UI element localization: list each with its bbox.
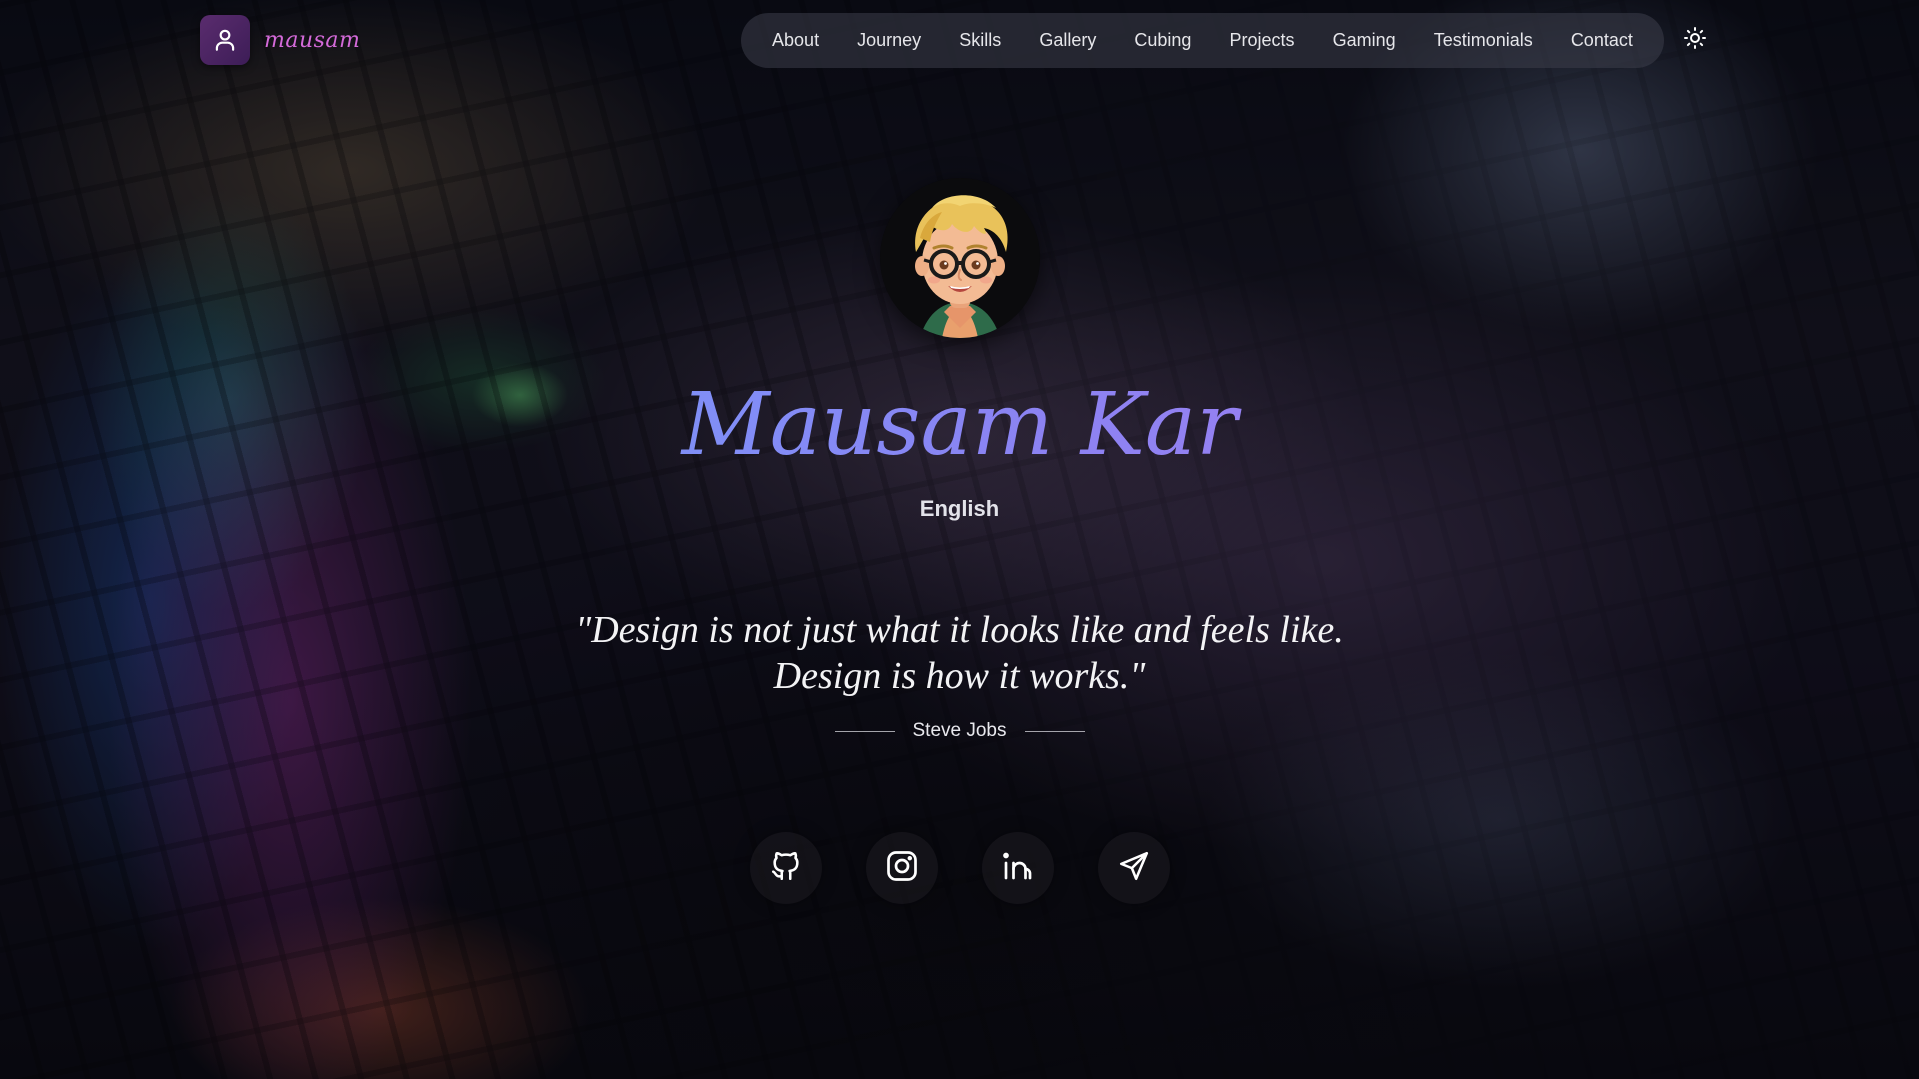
nav-item-about[interactable]: About xyxy=(772,30,819,51)
brand-name: mausam xyxy=(264,27,361,53)
brand-logo[interactable]: mausam xyxy=(200,15,360,65)
send-icon xyxy=(1117,849,1151,887)
nav-item-skills[interactable]: Skills xyxy=(959,30,1001,51)
sun-icon xyxy=(1683,26,1707,54)
instagram-icon xyxy=(884,848,920,888)
language-label: English xyxy=(919,496,1000,521)
theme-toggle-button[interactable] xyxy=(1681,26,1709,54)
divider-right xyxy=(1024,730,1085,732)
social-links xyxy=(0,832,1919,904)
page: mausam About Journey Skills Gallery Cubi… xyxy=(0,0,1919,1079)
hero-name: Mausam Kar xyxy=(0,370,1919,480)
nav-item-gallery[interactable]: Gallery xyxy=(1039,30,1096,51)
contact-send-link[interactable] xyxy=(1097,832,1170,904)
linkedin-link[interactable] xyxy=(981,832,1054,904)
nav-item-cubing[interactable]: Cubing xyxy=(1134,30,1191,51)
nav-item-projects[interactable]: Projects xyxy=(1230,30,1295,51)
instagram-link[interactable] xyxy=(865,832,938,904)
nav-item-testimonials[interactable]: Testimonials xyxy=(1434,30,1533,51)
main-nav: About Journey Skills Gallery Cubing Proj… xyxy=(741,13,1664,68)
avatar xyxy=(880,178,1040,338)
github-icon xyxy=(769,849,803,887)
nav-item-contact[interactable]: Contact xyxy=(1571,30,1633,51)
nav-item-journey[interactable]: Journey xyxy=(857,30,921,51)
linkedin-icon xyxy=(1000,848,1036,888)
divider-left xyxy=(834,730,895,732)
quote-author: Steve Jobs xyxy=(912,720,1007,741)
nav-item-gaming[interactable]: Gaming xyxy=(1333,30,1396,51)
quote-attribution: Steve Jobs xyxy=(0,720,1919,742)
quote-text: "Design is not just what it looks like a… xyxy=(575,609,1344,697)
github-link[interactable] xyxy=(749,832,822,904)
background-overlay xyxy=(0,0,1919,1079)
user-icon xyxy=(200,15,250,65)
